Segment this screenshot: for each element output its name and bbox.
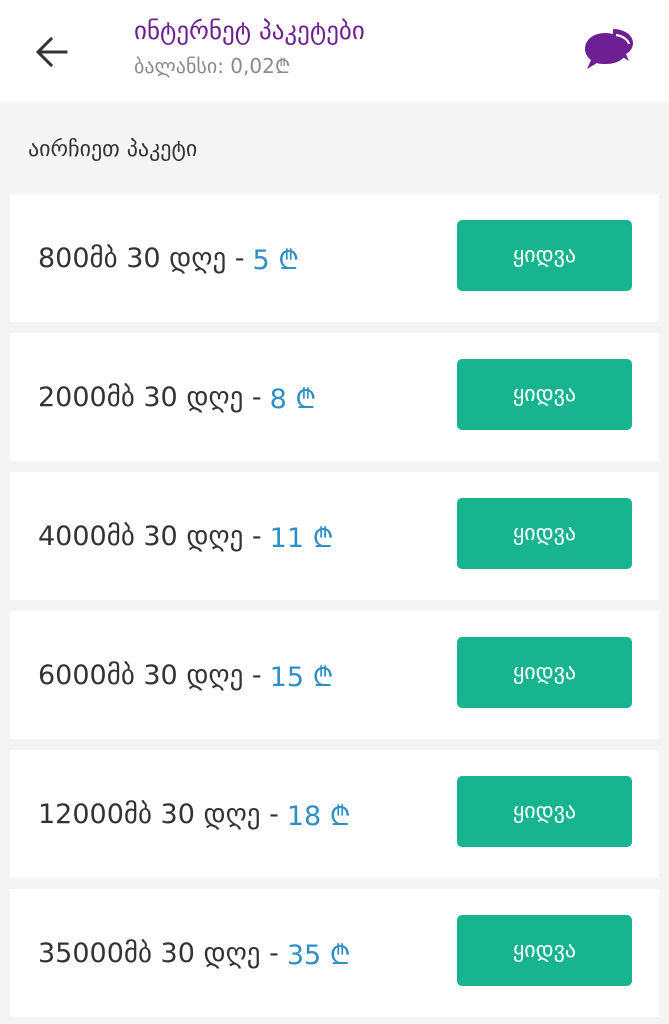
package-list: 800მბ 30 დღე -5 ₾ ყიდვა 2000მბ 30 დღე -8 ₾… [10, 194, 659, 1024]
buy-button[interactable]: ყიდვა [457, 220, 632, 291]
package-description: 2000მბ 30 დღე -8 ₾ [38, 333, 316, 461]
buy-button[interactable]: ყიდვა [457, 637, 632, 708]
package-card: 2000მბ 30 დღე -8 ₾ ყიდვა [10, 333, 659, 461]
package-desc-text: 6000მბ 30 დღე - [38, 659, 262, 691]
package-price: 15 ₾ [269, 661, 334, 693]
package-desc-text: 800მბ 30 დღე - [38, 242, 245, 274]
package-desc-text: 4000მბ 30 დღე - [38, 520, 262, 552]
package-price: 11 ₾ [269, 522, 334, 554]
section-label: აირჩიეთ პაკეტი [28, 137, 198, 162]
package-description: 35000მბ 30 დღე -35 ₾ [38, 889, 351, 1017]
title-block: ინტერნეტ პაკეტები ბალანსი: 0,02₾ [134, 14, 365, 79]
package-description: 6000მბ 30 დღე -15 ₾ [38, 611, 333, 739]
package-price: 5 ₾ [252, 244, 300, 276]
buy-button[interactable]: ყიდვა [457, 915, 632, 986]
package-card: 800მბ 30 დღე -5 ₾ ყიდვა [10, 194, 659, 322]
package-desc-text: 2000მბ 30 დღე - [38, 381, 262, 413]
package-desc-text: 12000მბ 30 დღე - [38, 798, 279, 830]
chat-bubbles-icon [585, 29, 633, 69]
package-desc-text: 35000მბ 30 დღე - [38, 937, 279, 969]
package-description: 12000მბ 30 დღე -18 ₾ [38, 750, 351, 878]
buy-button[interactable]: ყიდვა [457, 776, 632, 847]
package-description: 800მბ 30 დღე -5 ₾ [38, 194, 299, 322]
balance-text: ბალანსი: 0,02₾ [134, 54, 291, 78]
package-card: 12000მბ 30 დღე -18 ₾ ყიდვა [10, 750, 659, 878]
buy-button[interactable]: ყიდვა [457, 359, 632, 430]
package-price: 18 ₾ [286, 800, 351, 832]
package-price: 35 ₾ [286, 939, 351, 971]
arrow-left-icon [35, 36, 68, 68]
chat-button[interactable] [582, 26, 636, 74]
back-button[interactable] [28, 28, 76, 76]
package-description: 4000მბ 30 დღე -11 ₾ [38, 472, 333, 600]
package-price: 8 ₾ [269, 383, 317, 415]
buy-button[interactable]: ყიდვა [457, 498, 632, 569]
package-card: 4000მბ 30 დღე -11 ₾ ყიდვა [10, 472, 659, 600]
page-title: ინტერნეტ პაკეტები [134, 16, 365, 45]
package-card: 35000მბ 30 დღე -35 ₾ ყიდვა [10, 889, 659, 1017]
app-screen: ინტერნეტ პაკეტები ბალანსი: 0,02₾ აირჩიეთ… [0, 0, 669, 1024]
package-card: 6000მბ 30 დღე -15 ₾ ყიდვა [10, 611, 659, 739]
app-header: ინტერნეტ პაკეტები ბალანსი: 0,02₾ [0, 0, 669, 102]
